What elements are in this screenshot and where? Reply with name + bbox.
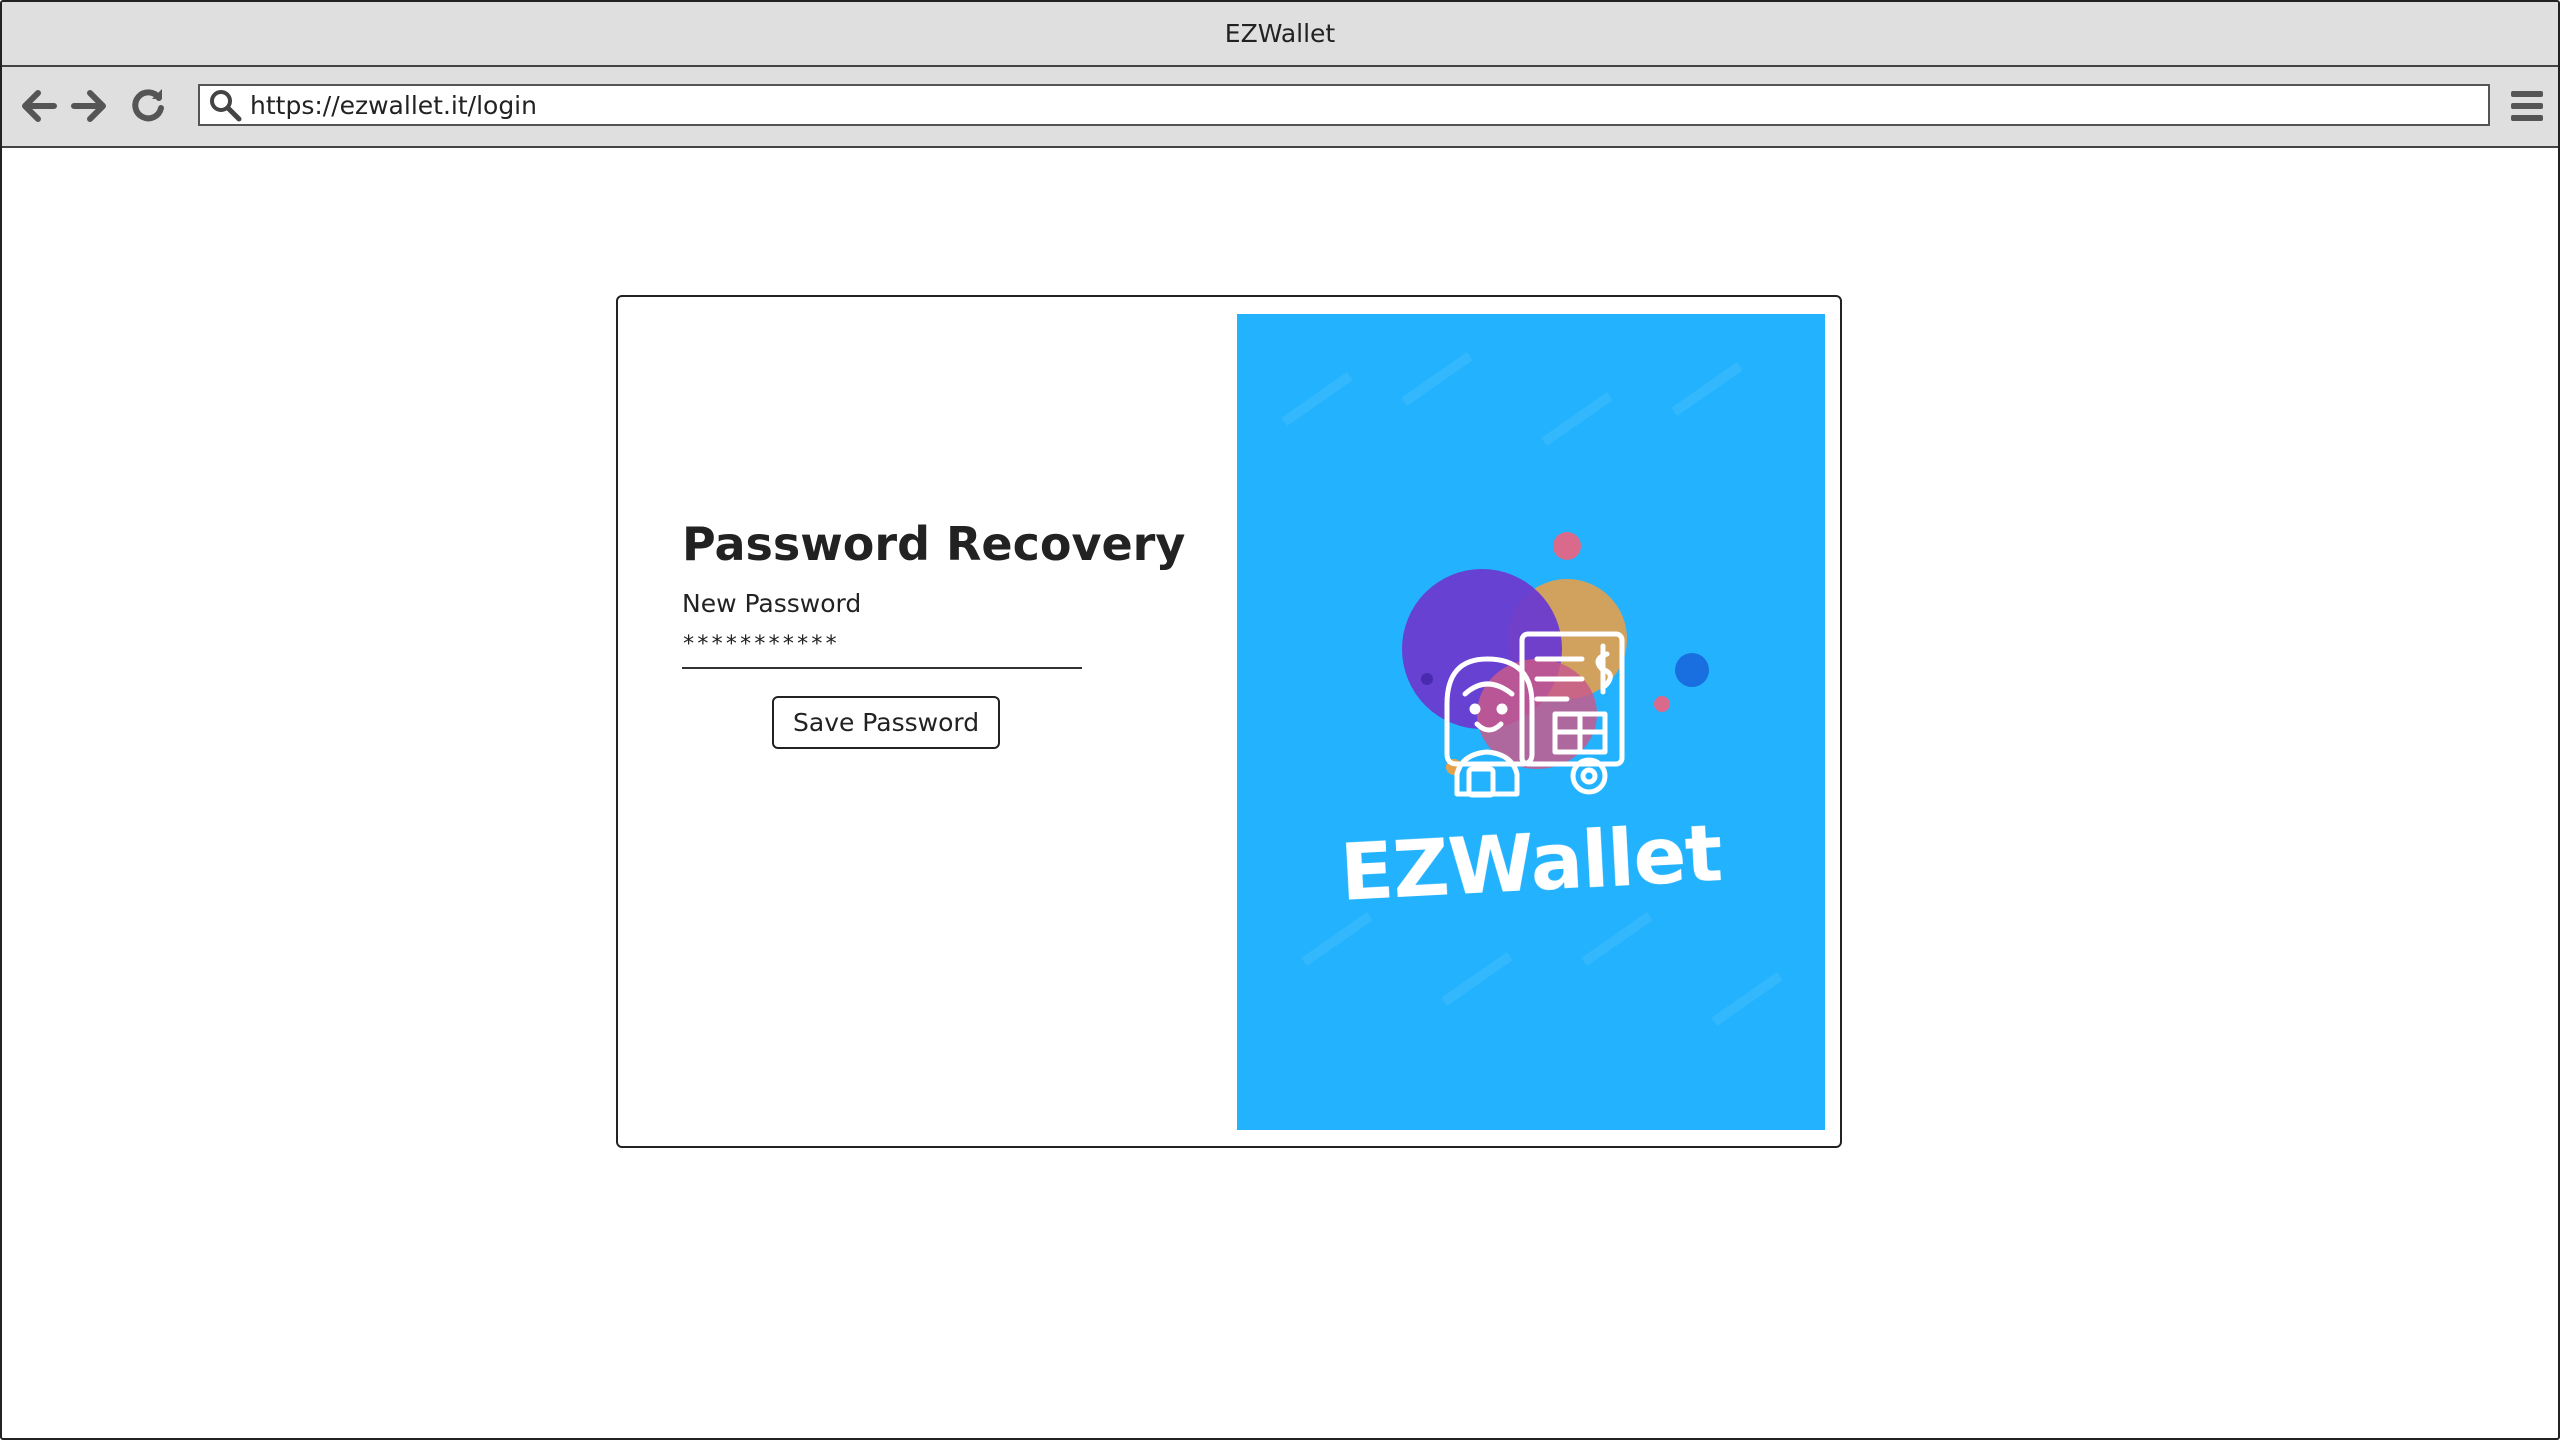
arrow-right-icon	[71, 90, 106, 122]
brand-panel: EZWallet	[1237, 314, 1825, 1130]
password-recovery-form: Password Recovery New Password Save Pass…	[682, 517, 1186, 749]
browser-toolbar: https://ezwallet.it/login	[2, 67, 2558, 148]
browser-menu-button[interactable]	[2510, 88, 2544, 124]
brand-illustration	[1237, 314, 1825, 1130]
password-recovery-card: Password Recovery New Password Save Pass…	[616, 295, 1842, 1148]
new-password-field[interactable]	[682, 624, 1082, 669]
url-text[interactable]: https://ezwallet.it/login	[250, 91, 537, 120]
window-titlebar: EZWallet	[2, 2, 2558, 67]
address-bar[interactable]: https://ezwallet.it/login	[198, 84, 2490, 126]
forward-button[interactable]	[70, 86, 110, 126]
save-password-button[interactable]: Save Password	[772, 696, 1001, 749]
back-button[interactable]	[18, 86, 58, 126]
browser-window: EZWallet https://ezwallet.it/login Passw…	[0, 0, 2560, 1440]
search-icon	[208, 88, 242, 122]
window-title: EZWallet	[1224, 19, 1336, 48]
new-password-label: New Password	[682, 589, 862, 618]
arrow-left-icon	[22, 90, 57, 122]
reload-icon	[132, 89, 164, 122]
reload-button[interactable]	[128, 86, 168, 126]
page-title: Password Recovery	[682, 517, 1186, 571]
hamburger-menu-icon	[2511, 91, 2543, 121]
